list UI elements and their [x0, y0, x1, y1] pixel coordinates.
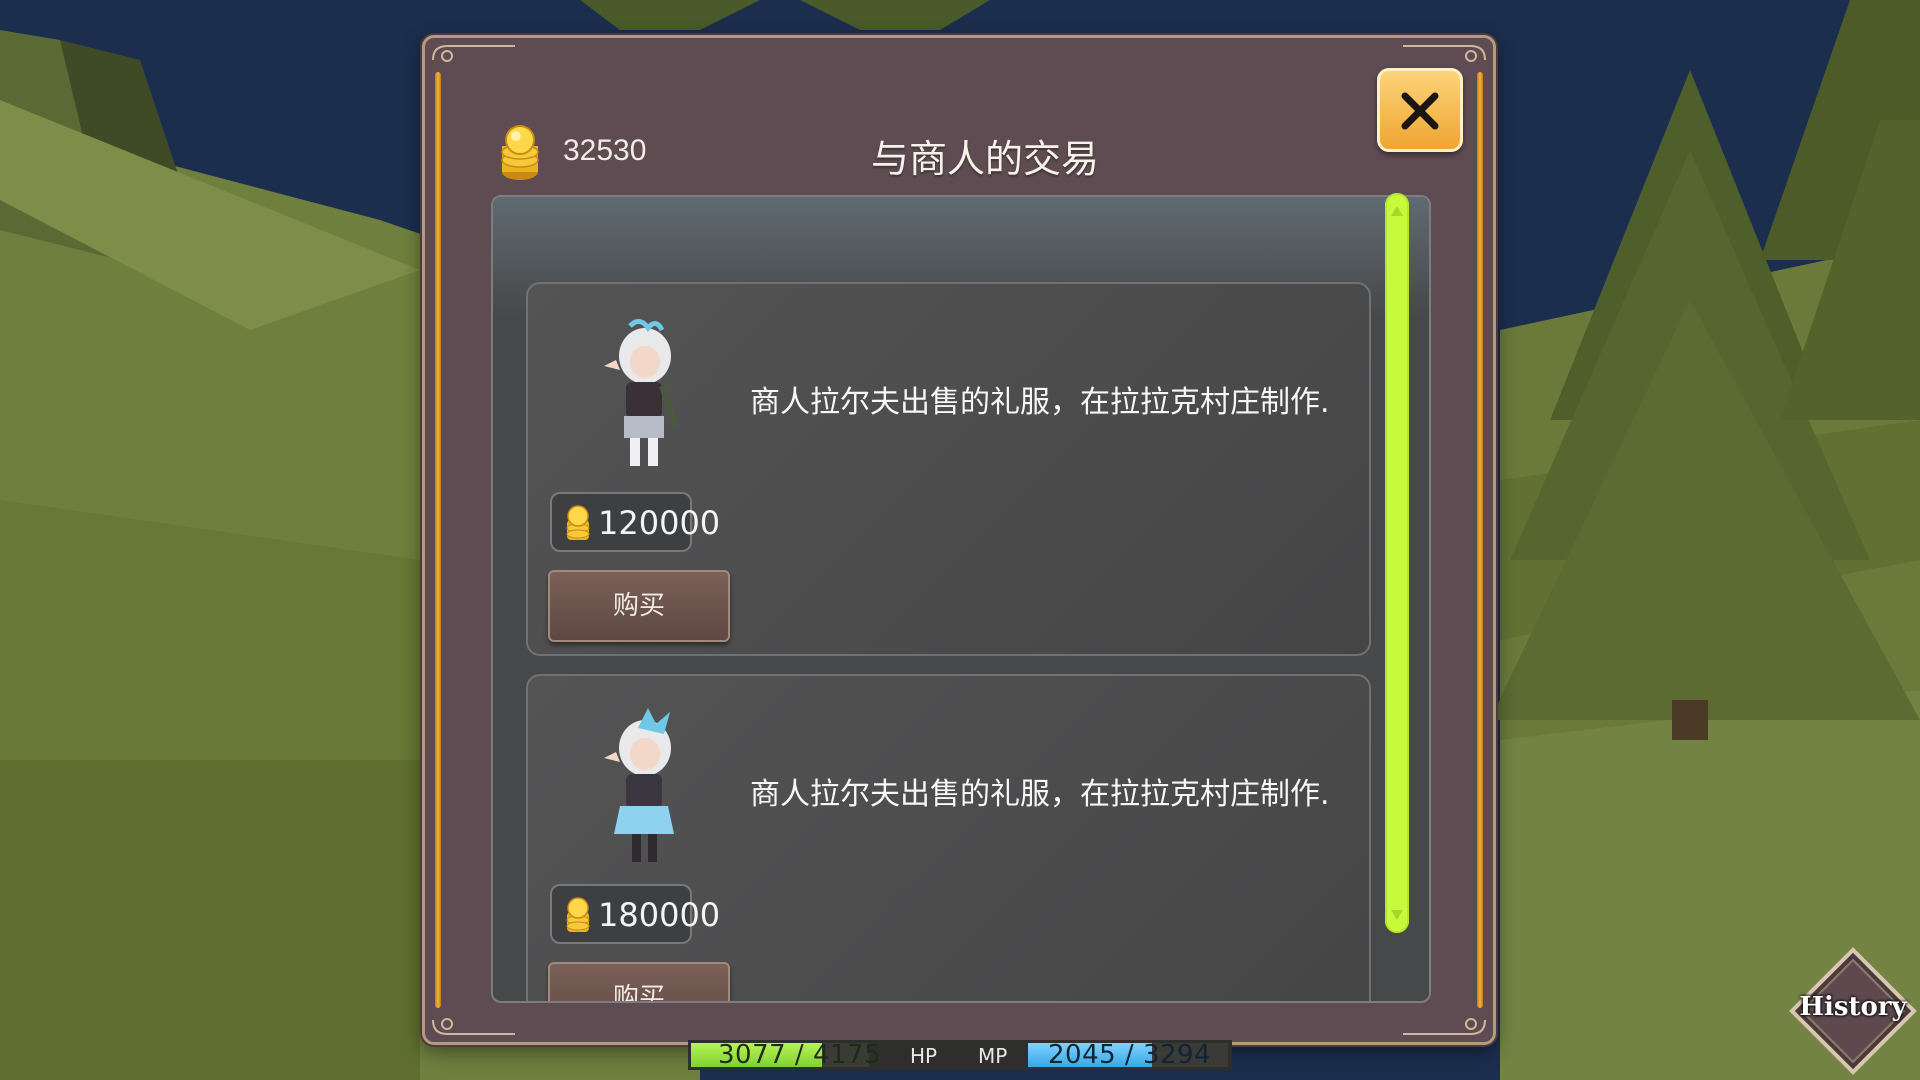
- merchant-trade-dialog: 32530 与商人的交易 120000 购买 商人拉尔夫出售的礼服，在拉拉克村庄…: [422, 35, 1496, 1045]
- gold-coin-icon: [566, 505, 590, 540]
- gold-coin-icon: [566, 897, 590, 932]
- corner-flourish-ornament: [1403, 1018, 1486, 1035]
- scroll-up-arrow-icon[interactable]: [1390, 205, 1404, 217]
- history-button[interactable]: History: [1788, 946, 1918, 1076]
- hp-label: HP: [910, 1044, 938, 1068]
- shop-item-card: 120000 购买 商人拉尔夫出售的礼服，在拉拉克村庄制作.: [526, 282, 1371, 656]
- item-price-tag: 120000: [550, 492, 720, 552]
- history-label: History: [1799, 992, 1907, 1022]
- hp-value: 3077 / 4175: [718, 1040, 882, 1070]
- corner-flourish-ornament: [432, 1018, 515, 1035]
- hp-mp-status-bar: 3077 / 4175 HP MP 2045 / 3294: [688, 1040, 1232, 1070]
- close-x-icon: [1401, 92, 1439, 130]
- buy-button[interactable]: 购买: [548, 962, 730, 1001]
- item-price-tag: 180000: [550, 884, 720, 944]
- shop-item-list[interactable]: 120000 购买 商人拉尔夫出售的礼服，在拉拉克村庄制作. 180000 购买…: [491, 195, 1431, 1003]
- buy-button[interactable]: 购买: [548, 570, 730, 642]
- corner-flourish-ornament: [1403, 45, 1486, 62]
- item-description: 商人拉尔夫出售的礼服，在拉拉克村庄制作.: [750, 777, 1330, 812]
- mp-label: MP: [978, 1044, 1008, 1068]
- item-description: 商人拉尔夫出售的礼服，在拉拉克村庄制作.: [750, 385, 1330, 420]
- close-button[interactable]: [1377, 68, 1463, 152]
- character-outfit-portrait: [604, 319, 679, 466]
- mp-value: 2045 / 3294: [1048, 1040, 1212, 1070]
- gold-coin-stack-icon: [501, 125, 539, 180]
- shop-item-card: 180000 购买 商人拉尔夫出售的礼服，在拉拉克村庄制作.: [526, 674, 1371, 1001]
- item-price: 120000: [598, 504, 721, 542]
- corner-flourish-ornament: [432, 45, 515, 62]
- gold-amount: 32530: [563, 134, 647, 167]
- scroll-down-arrow-icon[interactable]: [1390, 909, 1404, 921]
- dialog-right-gold-rail: [1477, 72, 1483, 1008]
- list-scrollbar[interactable]: [1385, 193, 1409, 933]
- dialog-title: 与商人的交易: [870, 137, 1099, 181]
- character-outfit-portrait: [604, 708, 674, 862]
- dialog-left-gold-rail: [435, 72, 441, 1008]
- item-price: 180000: [598, 896, 721, 934]
